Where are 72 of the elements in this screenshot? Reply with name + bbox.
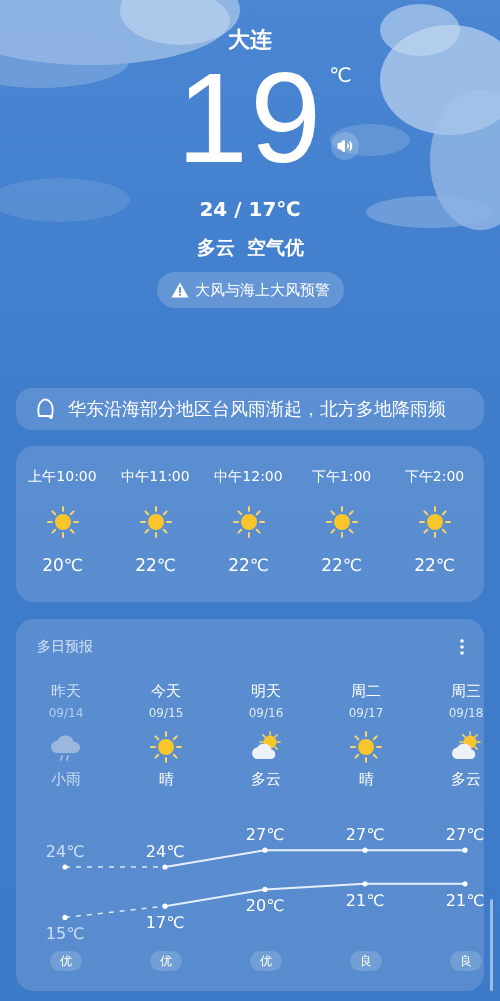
temperature-range: 24 / 17℃ bbox=[199, 196, 301, 222]
high-temperature: 24℃ bbox=[45, 842, 85, 861]
day-date: 09/18 bbox=[448, 705, 484, 721]
speaker-icon bbox=[337, 138, 354, 154]
temp-point bbox=[262, 847, 268, 853]
day-date: 09/15 bbox=[148, 705, 184, 721]
card-title: 多日预报 bbox=[37, 638, 93, 656]
hour-temperature: 20℃ bbox=[42, 554, 83, 576]
high-temperature: 24℃ bbox=[145, 842, 185, 861]
hour-time: 中午12:00 bbox=[214, 467, 283, 486]
notice-banner[interactable]: 华东沿海部分地区台风雨渐起，北方多地降雨频 bbox=[16, 388, 484, 430]
sun-icon bbox=[348, 729, 384, 765]
speaker-button[interactable] bbox=[331, 132, 360, 160]
day-name: 周二 bbox=[351, 681, 381, 701]
temp-point bbox=[362, 847, 368, 853]
sun-icon bbox=[137, 504, 174, 540]
weather-condition: 多云 bbox=[196, 235, 235, 260]
hour-time: 下午1:00 bbox=[311, 467, 372, 486]
high-temperature: 27℃ bbox=[445, 825, 484, 845]
high-temperature: 27℃ bbox=[345, 825, 385, 845]
temp-point bbox=[62, 914, 68, 920]
day-name: 昨天 bbox=[51, 681, 81, 701]
air-quality-tag: 优 bbox=[150, 951, 182, 971]
low-temperature: 17℃ bbox=[145, 913, 185, 933]
temp-point bbox=[462, 881, 468, 887]
hour-time: 中午11:00 bbox=[121, 467, 190, 486]
hour-time: 下午2:00 bbox=[404, 467, 465, 486]
day-date: 09/16 bbox=[248, 705, 284, 721]
day-condition: 晴 bbox=[358, 769, 374, 789]
day-condition: 小雨 bbox=[51, 769, 81, 789]
temp-point bbox=[162, 864, 168, 870]
low-temperature: 21℃ bbox=[445, 890, 484, 910]
air-quality-tag: 优 bbox=[50, 951, 82, 971]
hour-temperature: 22℃ bbox=[321, 554, 362, 576]
day-name: 周三 bbox=[451, 681, 481, 701]
high-temperature: 27℃ bbox=[245, 825, 285, 845]
sun-icon bbox=[148, 729, 184, 765]
low-temperature: 15℃ bbox=[45, 924, 85, 944]
temp-point bbox=[262, 886, 268, 892]
temp-point bbox=[62, 864, 68, 870]
hour-temperature: 22℃ bbox=[228, 554, 269, 576]
temp-point bbox=[162, 903, 168, 909]
low-temperature: 21℃ bbox=[345, 890, 385, 910]
low-temperature: 20℃ bbox=[245, 896, 285, 916]
city-name: 大连 bbox=[228, 26, 272, 54]
day-condition: 晴 bbox=[158, 769, 174, 789]
day-condition: 多云 bbox=[251, 769, 281, 789]
day-date: 09/17 bbox=[348, 705, 384, 721]
hour-time: 上午10:00 bbox=[28, 467, 97, 486]
hour-temperature: 22℃ bbox=[414, 554, 455, 576]
temp-point bbox=[362, 881, 368, 887]
sun-icon bbox=[416, 504, 453, 540]
temp-point bbox=[462, 847, 468, 853]
current-temperature: 19 bbox=[176, 62, 324, 174]
more-icon bbox=[460, 639, 464, 655]
day-name: 明天 bbox=[251, 681, 281, 701]
air-quality: 空气优 bbox=[246, 235, 304, 260]
air-quality-tag: 良 bbox=[350, 951, 382, 971]
day-condition: 多云 bbox=[451, 769, 481, 789]
more-button[interactable] bbox=[460, 639, 464, 655]
hour-temperature: 22℃ bbox=[135, 554, 176, 576]
warning-button[interactable]: 大风与海上大风预警 bbox=[156, 272, 344, 308]
notice-text: 华东沿海部分地区台风雨渐起，北方多地降雨频 bbox=[68, 398, 446, 421]
air-quality-tag: 良 bbox=[450, 951, 482, 971]
air-quality-tag: 优 bbox=[250, 951, 282, 971]
temperature-unit: ℃ bbox=[329, 64, 352, 86]
day-date: 09/14 bbox=[48, 705, 84, 721]
sun-icon bbox=[44, 504, 81, 540]
warning-icon bbox=[170, 282, 189, 298]
day-name: 今天 bbox=[151, 681, 181, 701]
sun-icon bbox=[323, 504, 360, 540]
sun-icon bbox=[230, 504, 267, 540]
